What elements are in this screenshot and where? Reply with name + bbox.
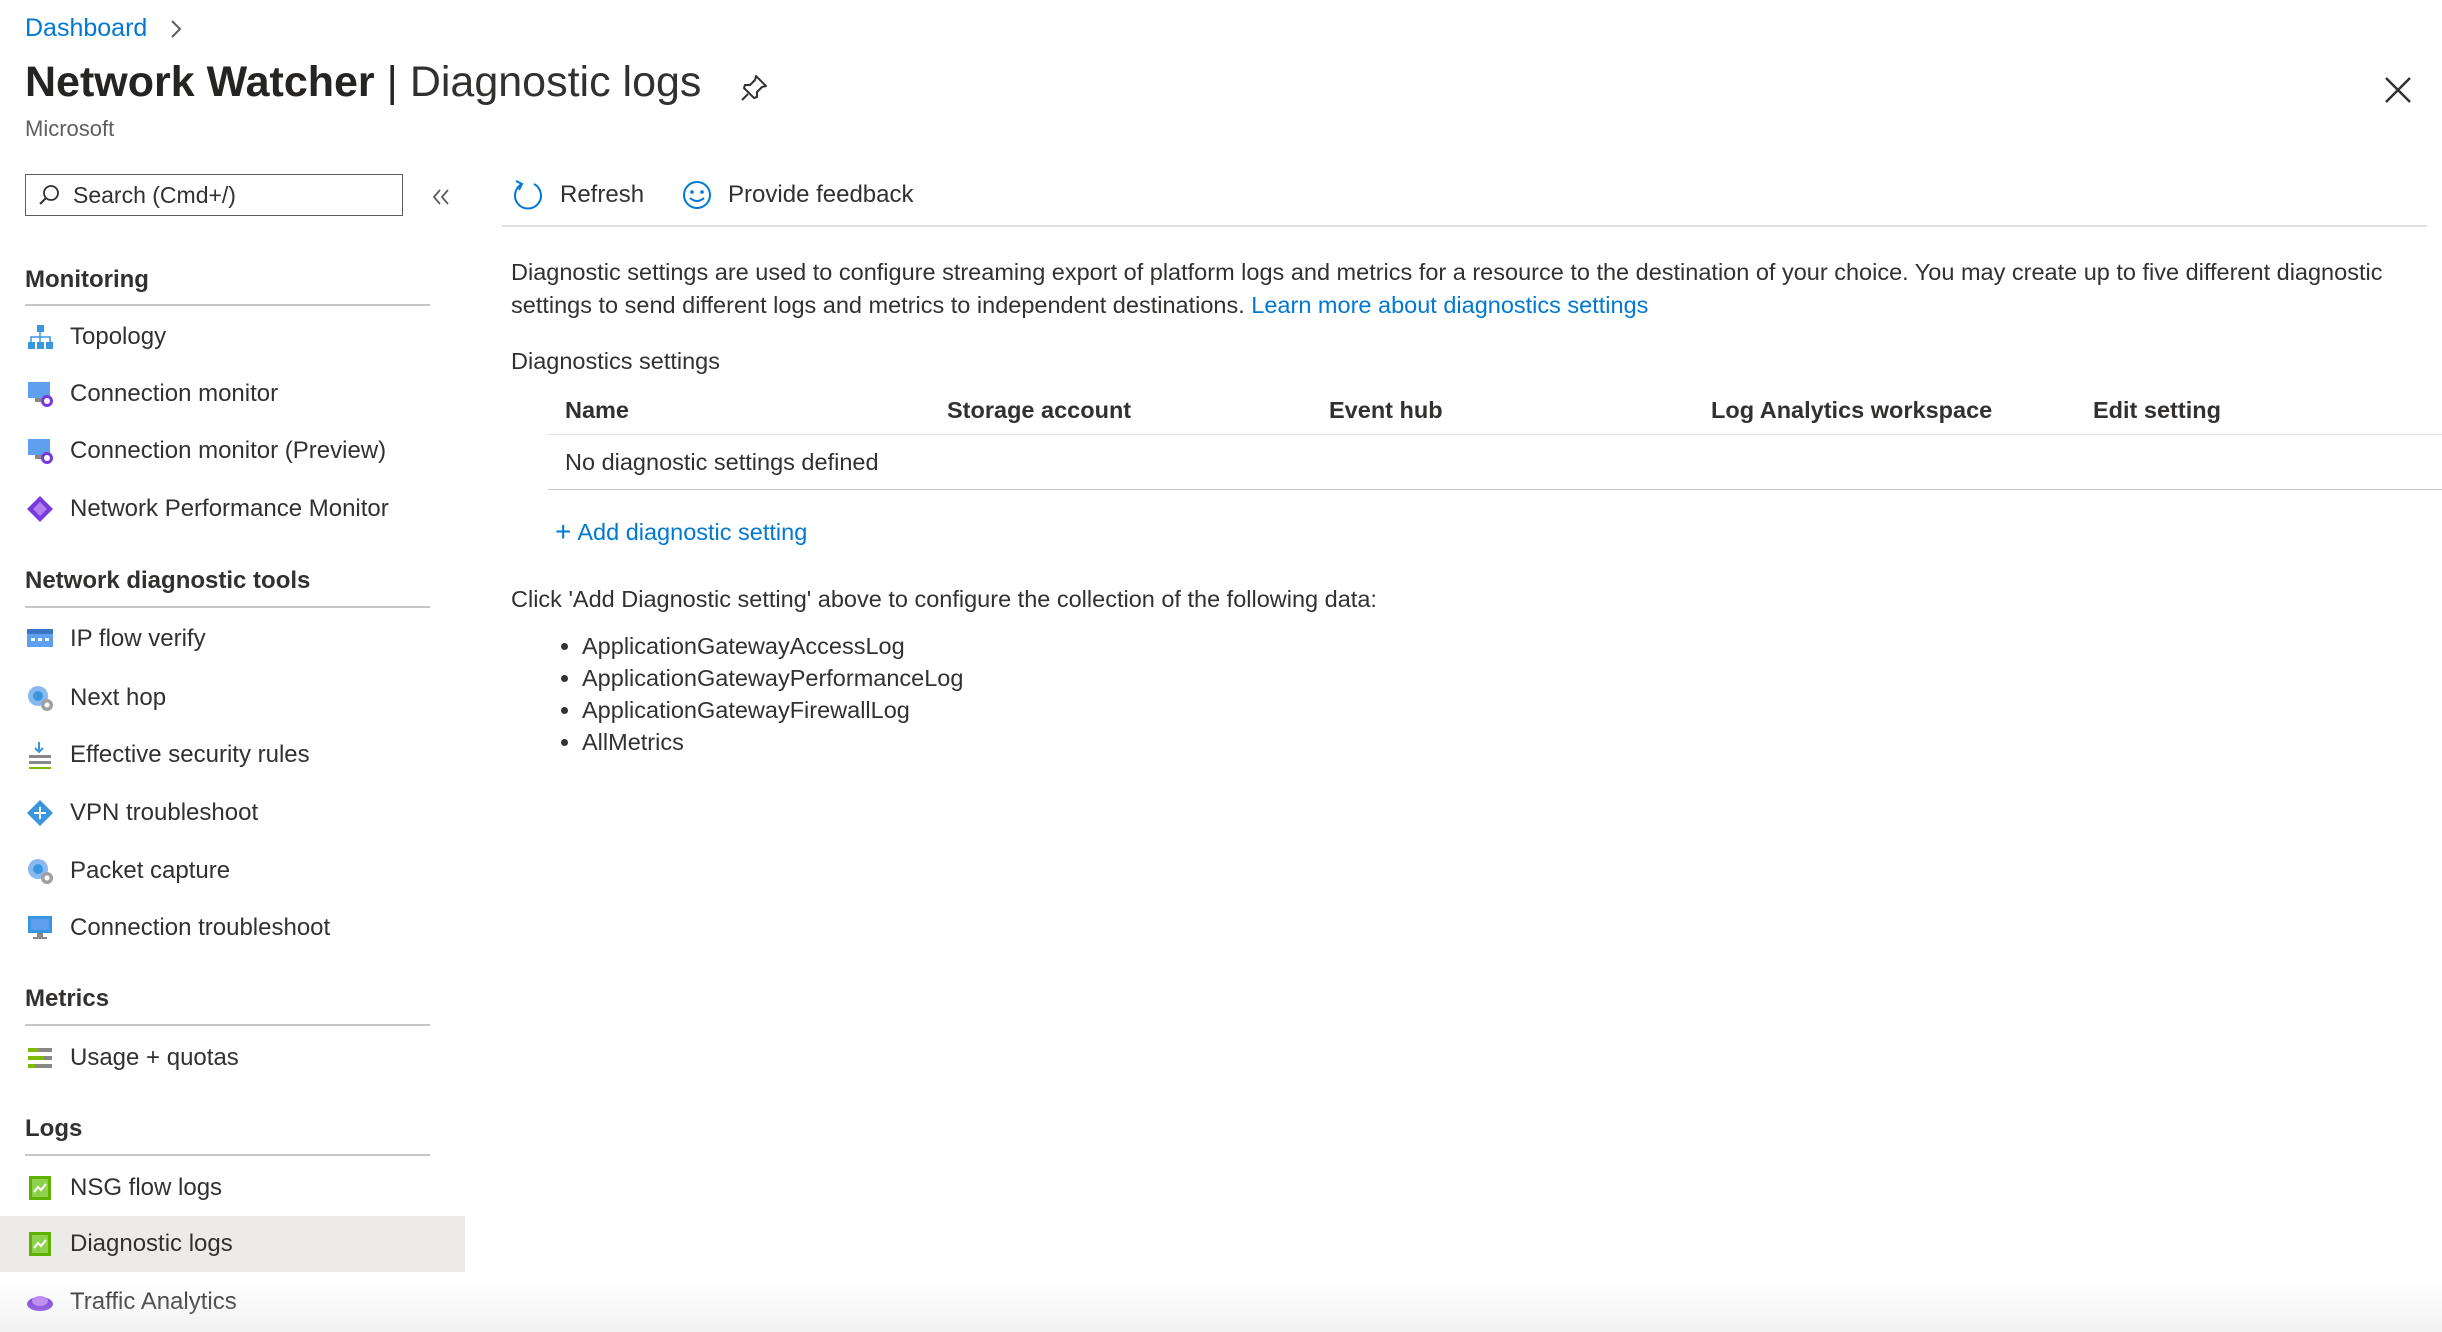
table-header-row: Name Storage account Event hub Log Analy… [548, 386, 2442, 435]
diagnostic-settings-table: Name Storage account Event hub Log Analy… [548, 386, 2442, 490]
sidebar-item-connection-monitor[interactable]: Connection monitor [0, 366, 465, 422]
sidebar-item-label: Connection monitor [70, 380, 279, 407]
page-subtitle: Microsoft [25, 116, 115, 141]
vpn-troubleshoot-icon [27, 800, 53, 826]
column-header-log-analytics-workspace: Log Analytics workspace [1711, 396, 1993, 423]
sidebar-item-traffic-analytics[interactable]: Traffic Analytics [0, 1274, 465, 1330]
traffic-analytics-icon [27, 1296, 53, 1311]
section-divider [25, 1154, 430, 1156]
usage-quotas-icon [28, 1048, 52, 1068]
sidebar-item-label: Diagnostic logs [70, 1230, 233, 1257]
section-divider [25, 1024, 430, 1026]
sidebar-item-connection-monitor-preview[interactable]: Connection monitor (Preview) [0, 423, 465, 479]
section-logs: Logs [25, 1115, 83, 1142]
sidebar-item-effective-security-rules[interactable]: Effective security rules [0, 727, 465, 783]
column-header-name: Name [565, 396, 630, 423]
search-box[interactable] [25, 174, 403, 216]
ip-flow-verify-icon [27, 629, 53, 647]
refresh-label: Refresh [560, 181, 645, 208]
sidebar-item-label: Connection troubleshoot [70, 914, 331, 941]
network-performance-monitor-icon [27, 496, 53, 522]
sidebar-item-connection-troubleshoot[interactable]: Connection troubleshoot [0, 900, 465, 956]
toolbar-divider [502, 225, 2427, 227]
page-title: Network Watcher | Diagnostic logs [25, 58, 701, 107]
list-item: AllMetrics [582, 726, 963, 758]
breadcrumb: Dashboard [25, 14, 189, 43]
chevron-right-icon [171, 19, 182, 38]
smiley-icon [683, 181, 712, 209]
sidebar-item-ip-flow-verify[interactable]: IP flow verify [0, 611, 465, 667]
section-divider [25, 304, 430, 306]
search-input[interactable] [71, 180, 375, 210]
sidebar-item-label: IP flow verify [70, 625, 206, 652]
sidebar-item-label: VPN troubleshoot [70, 799, 259, 826]
section-divider [25, 606, 430, 608]
list-item: ApplicationGatewayAccessLog [582, 630, 963, 662]
sidebar-item-diagnostic-logs[interactable]: Diagnostic logs [0, 1216, 465, 1272]
next-hop-icon [28, 686, 53, 711]
nsg-flow-logs-icon [29, 1176, 51, 1200]
packet-capture-icon [28, 859, 53, 884]
sidebar-item-label: Packet capture [70, 857, 231, 884]
plus-icon: + [555, 516, 572, 547]
table-row: No diagnostic settings defined [548, 435, 2442, 490]
connection-troubleshoot-icon [28, 916, 52, 939]
page-title-service: Network Watcher [25, 58, 375, 106]
search-icon [39, 185, 59, 205]
instruction-text: Click 'Add Diagnostic setting' above to … [511, 586, 1377, 612]
provide-feedback-label: Provide feedback [728, 181, 914, 208]
data-categories-list: ApplicationGatewayAccessLog ApplicationG… [546, 630, 963, 758]
list-item: ApplicationGatewayPerformanceLog [582, 662, 963, 694]
provide-feedback-button[interactable]: Provide feedback [680, 178, 914, 212]
effective-security-rules-icon [29, 742, 51, 769]
sidebar-item-usage-quotas[interactable]: Usage + quotas [0, 1030, 465, 1086]
sidebar-item-network-performance-monitor[interactable]: Network Performance Monitor [0, 481, 465, 537]
sidebar-item-packet-capture[interactable]: Packet capture [0, 843, 465, 899]
sidebar-item-label: NSG flow logs [70, 1174, 223, 1201]
sidebar-item-label: Next hop [70, 684, 167, 711]
learn-more-link[interactable]: Learn more about diagnostics settings [1251, 292, 1648, 318]
column-header-storage-account: Storage account [947, 396, 1132, 423]
add-diagnostic-setting-link[interactable]: + Add diagnostic setting [555, 518, 807, 546]
add-diagnostic-setting-label: Add diagnostic setting [577, 518, 808, 545]
column-header-edit-setting: Edit setting [2093, 396, 2221, 423]
page-title-blade: Diagnostic logs [409, 58, 702, 106]
page-title-separator: | [386, 58, 398, 106]
column-header-event-hub: Event hub [1329, 396, 1443, 423]
refresh-icon [514, 180, 542, 210]
close-icon[interactable] [2378, 70, 2418, 110]
collapse-sidebar-icon[interactable] [426, 182, 456, 212]
sidebar-item-label: Connection monitor (Preview) [70, 437, 387, 464]
sidebar-item-label: Effective security rules [70, 741, 310, 768]
diagnostic-logs-icon [29, 1232, 51, 1256]
list-item: ApplicationGatewayFirewallLog [582, 694, 963, 726]
sidebar-item-topology[interactable]: Topology [0, 309, 465, 365]
connection-monitor-icon [28, 382, 53, 407]
command-bar: Refresh Provide feedback [510, 170, 950, 220]
sidebar-item-next-hop[interactable]: Next hop [0, 670, 465, 726]
section-monitoring: Monitoring [25, 266, 149, 293]
sidebar-item-label: Topology [70, 323, 167, 350]
section-metrics: Metrics [25, 985, 110, 1012]
sidebar-item-label: Usage + quotas [70, 1044, 239, 1071]
diagnostics-settings-label: Diagnostics settings [511, 348, 720, 374]
empty-state-message: No diagnostic settings defined [565, 448, 879, 475]
description-text: Diagnostic settings are used to configur… [511, 256, 2411, 322]
section-network-diagnostic-tools: Network diagnostic tools [25, 567, 311, 594]
sidebar-item-label: Traffic Analytics [70, 1288, 237, 1315]
sidebar-item-label: Network Performance Monitor [70, 495, 389, 522]
breadcrumb-dashboard-link[interactable]: Dashboard [25, 14, 147, 43]
sidebar-item-nsg-flow-logs[interactable]: NSG flow logs [0, 1160, 465, 1216]
sidebar-item-vpn-troubleshoot[interactable]: VPN troubleshoot [0, 785, 465, 841]
pin-icon[interactable] [736, 70, 772, 106]
connection-monitor-preview-icon [28, 439, 53, 464]
topology-icon [28, 325, 53, 349]
refresh-button[interactable]: Refresh [510, 177, 644, 213]
